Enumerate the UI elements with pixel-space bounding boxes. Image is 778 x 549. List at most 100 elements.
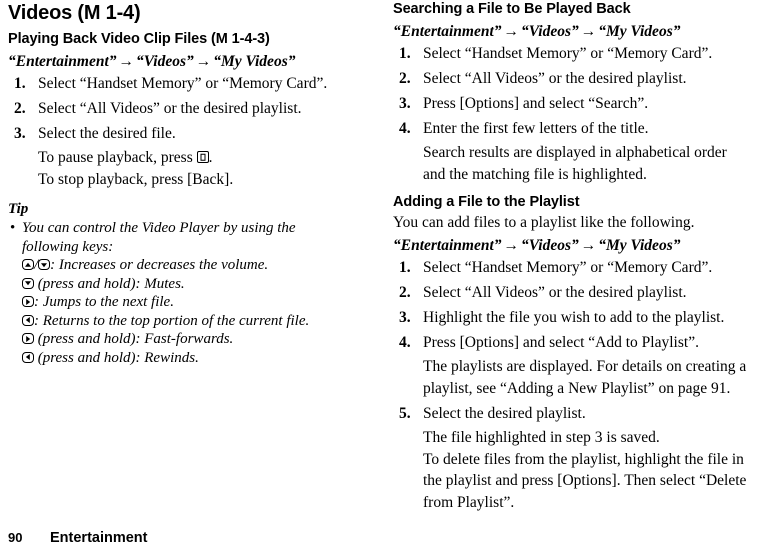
- arrow-down-key-icon: [22, 277, 34, 289]
- step-text: Select “Handset Memory” or “Memory Card”…: [423, 259, 713, 276]
- step-number: 2.: [399, 284, 411, 301]
- nav-path-searching: “Entertainment” → “Videos” → “My Videos”: [393, 20, 763, 44]
- list-item: 1. Select “Handset Memory” or “Memory Ca…: [393, 44, 763, 69]
- section-heading-adding-file: Adding a File to the Playlist: [393, 194, 580, 210]
- left-column: Videos (M 1-4) Playing Back Video Clip F…: [8, 0, 378, 367]
- step-number: 1.: [399, 259, 411, 276]
- step-number: 1.: [14, 75, 26, 92]
- key-function-list: /: Increases or decreases the volume. (p…: [8, 256, 378, 367]
- tip-text-line-1: You can control the Video Player by usin…: [22, 220, 296, 236]
- page-footer: 90 Entertainment: [8, 529, 770, 547]
- key-function-text: : Increases or decreases the volume.: [50, 257, 269, 273]
- nav-path-part-3: “My Videos”: [598, 237, 681, 254]
- search-results-note-line-2: and the matching file is highlighted.: [423, 165, 647, 183]
- section-heading-playing-back: Playing Back Video Clip Files (M 1-4-3): [8, 31, 270, 47]
- key-function-text: (press and hold): Fast-forwards.: [34, 331, 234, 347]
- page-title: Videos (M 1-4): [8, 2, 141, 24]
- nav-path-part-3: “My Videos”: [213, 53, 296, 70]
- step-number: 3.: [399, 309, 411, 326]
- list-item: 4. Press [Options] and select “Add to Pl…: [393, 333, 763, 404]
- pause-note-text-after: .: [208, 149, 213, 166]
- bullet-icon: •: [10, 220, 16, 236]
- key-function-mute: (press and hold): Mutes.: [22, 275, 378, 294]
- step-number: 3.: [14, 125, 26, 142]
- list-item: 3. Press [Options] and select “Search”.: [393, 94, 763, 119]
- tip-text-line-2: following keys:: [22, 238, 114, 255]
- step-text: Select “All Videos” or the desired playl…: [38, 100, 302, 117]
- arrow-right-icon: →: [580, 23, 597, 40]
- pause-note-text-before: To pause playback, press: [38, 149, 197, 166]
- section-heading-searching: Searching a File to Be Played Back: [393, 1, 631, 17]
- arrow-right-icon: →: [118, 53, 135, 70]
- nav-path-part-1: “Entertainment”: [393, 237, 502, 254]
- step-text: Select “All Videos” or the desired playl…: [423, 284, 687, 301]
- nav-path-adding-file: “Entertainment” → “Videos” → “My Videos”: [393, 234, 763, 258]
- nav-path-part-2: “Videos”: [521, 237, 579, 254]
- playlist-note-line-2: playlist, see “Adding a New Playlist” on…: [423, 379, 731, 397]
- arrow-right-key-icon: [22, 296, 34, 307]
- nav-path-part-3: “My Videos”: [598, 23, 681, 40]
- list-item: 3. Select the desired file. To pause pla…: [8, 124, 378, 195]
- delete-note-line-1: To delete files from the playlist, highl…: [423, 450, 744, 468]
- step-number: 4.: [399, 120, 411, 137]
- steps-list-adding-file: 1. Select “Handset Memory” or “Memory Ca…: [393, 258, 763, 518]
- step-text: Press [Options] and select “Search”.: [423, 95, 649, 112]
- step-number: 2.: [14, 100, 26, 117]
- footer-page-number: 90: [8, 530, 23, 545]
- playlist-note-line-1: The playlists are displayed. For details…: [423, 358, 747, 375]
- list-item: 2. Select “All Videos” or the desired pl…: [393, 69, 763, 94]
- steps-list-searching: 1. Select “Handset Memory” or “Memory Ca…: [393, 44, 763, 190]
- key-function-next-file: : Jumps to the next file.: [22, 293, 378, 312]
- arrow-right-icon: →: [503, 23, 520, 40]
- nav-path-part-2: “Videos”: [136, 53, 194, 70]
- step-number: 3.: [399, 95, 411, 112]
- arrow-right-icon: →: [195, 53, 212, 70]
- tip-label: Tip: [8, 201, 29, 217]
- step-text: Highlight the file you wish to add to th…: [423, 309, 725, 326]
- tip-list: • You can control the Video Player by us…: [8, 219, 378, 256]
- step-text: Press [Options] and select “Add to Playl…: [423, 334, 699, 351]
- key-function-volume: /: Increases or decreases the volume.: [22, 256, 378, 275]
- list-item: 4. Enter the first few letters of the ti…: [393, 119, 763, 190]
- saved-note-line-1: The file highlighted in step 3 is saved.: [423, 429, 660, 446]
- step-text: Enter the first few letters of the title…: [423, 120, 649, 137]
- nav-path-part-1: “Entertainment”: [8, 53, 117, 70]
- step-text: Select the desired file.: [38, 125, 176, 142]
- step-text: Select the desired playlist.: [423, 405, 586, 422]
- right-column: Searching a File to Be Played Back “Ente…: [393, 0, 763, 518]
- list-item: 1. Select “Handset Memory” or “Memory Ca…: [393, 258, 763, 283]
- nav-path-part-1: “Entertainment”: [393, 23, 502, 40]
- adding-file-intro: You can add files to a playlist like the…: [393, 214, 695, 231]
- search-results-note-line-1: Search results are displayed in alphabet…: [423, 144, 727, 161]
- key-function-text: : Jumps to the next file.: [34, 294, 174, 310]
- list-item: 1. Select “Handset Memory” or “Memory Ca…: [8, 74, 378, 99]
- footer-chapter-name: Entertainment: [50, 530, 148, 546]
- list-item: • You can control the Video Player by us…: [8, 219, 378, 256]
- key-function-text: (press and hold): Rewinds.: [34, 349, 199, 366]
- steps-list-playing-back: 1. Select “Handset Memory” or “Memory Ca…: [8, 74, 378, 195]
- key-function-text: (press and hold): Mutes.: [34, 275, 185, 292]
- step-number: 1.: [399, 45, 411, 62]
- arrow-down-key-icon: [38, 259, 51, 270]
- stop-playback-note: To stop playback, press [Back].: [38, 170, 234, 188]
- arrow-up-key-icon: [22, 259, 34, 270]
- arrow-right-icon: →: [503, 237, 520, 254]
- list-item: 2. Select “All Videos” or the desired pl…: [393, 283, 763, 308]
- nav-path-playing-back: “Entertainment” → “Videos” → “My Videos”: [8, 50, 378, 74]
- step-text: Select “All Videos” or the desired playl…: [423, 70, 687, 87]
- arrow-left-key-icon: [22, 314, 34, 326]
- manual-page: Videos (M 1-4) Playing Back Video Clip F…: [0, 0, 778, 549]
- step-number: 4.: [399, 334, 411, 351]
- step-number: 2.: [399, 70, 411, 87]
- list-item: 2. Select “All Videos” or the desired pl…: [8, 99, 378, 124]
- step-text: Select “Handset Memory” or “Memory Card”…: [38, 75, 328, 92]
- pause-playback-note: To pause playback, press .: [38, 146, 378, 168]
- step-text: Select “Handset Memory” or “Memory Card”…: [423, 45, 713, 62]
- nav-path-part-2: “Videos”: [521, 23, 579, 40]
- center-select-key-icon: [196, 151, 209, 163]
- delete-note-line-2: the playlist and press [Options]. Then s…: [423, 472, 747, 489]
- key-function-return-top: : Returns to the top portion of the curr…: [22, 312, 378, 331]
- list-item: 3. Highlight the file you wish to add to…: [393, 308, 763, 333]
- key-function-rewind: (press and hold): Rewinds.: [22, 349, 378, 368]
- delete-note-line-3: from Playlist”.: [423, 493, 515, 511]
